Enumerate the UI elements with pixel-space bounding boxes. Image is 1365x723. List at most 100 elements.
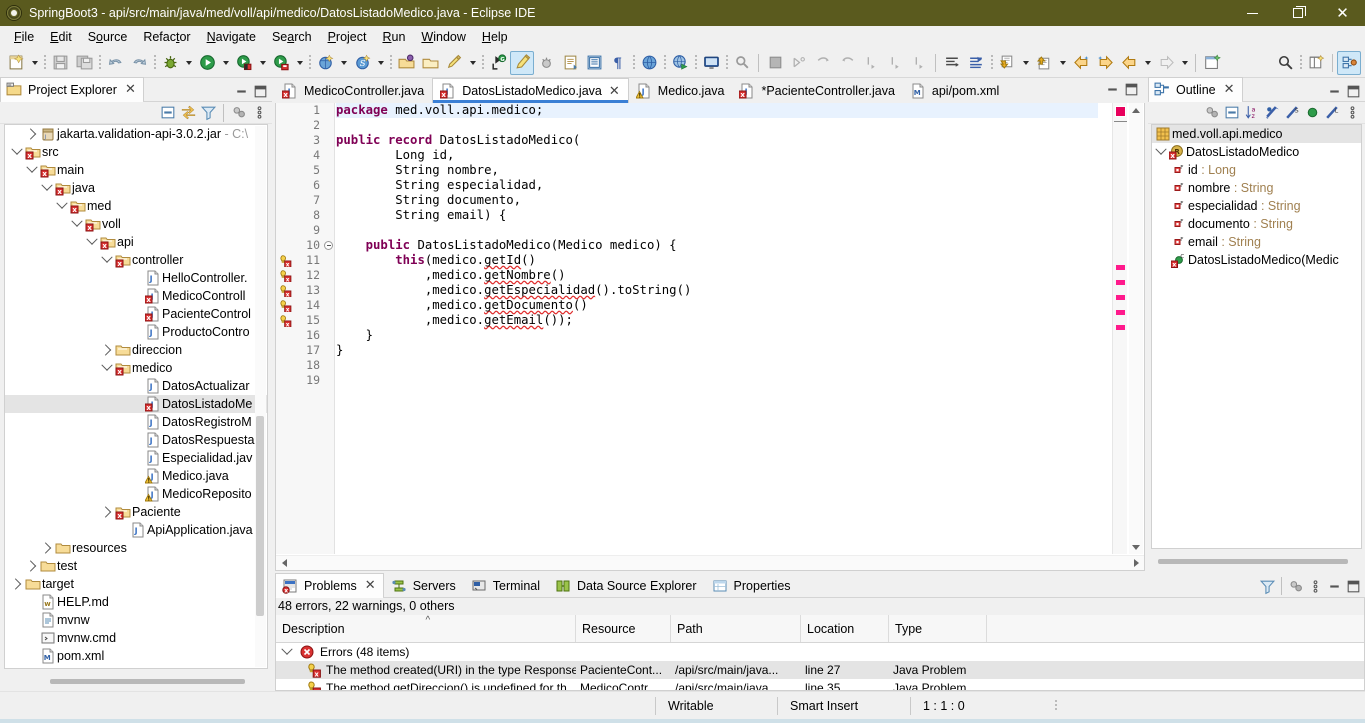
- tree-twisty-closed[interactable]: [100, 503, 114, 521]
- tree-twisty-open[interactable]: [100, 251, 114, 269]
- problems-row[interactable]: x The method getDireccion() is undefined …: [276, 679, 1364, 690]
- tree-item-datoslistadome[interactable]: JxDatosListadoMe: [5, 395, 267, 413]
- tree-item-src[interactable]: x src: [5, 143, 267, 161]
- menu-window[interactable]: Window: [413, 28, 473, 46]
- tree-twisty-open[interactable]: [85, 233, 99, 251]
- back-nav-button[interactable]: [1117, 51, 1141, 75]
- previous-edit-location-button[interactable]: [1032, 51, 1056, 75]
- tree-twisty-open[interactable]: [40, 179, 54, 197]
- editor-folding-gutter[interactable]: [323, 103, 335, 554]
- close-icon[interactable]: ✕: [609, 84, 620, 99]
- menu-run[interactable]: Run: [374, 28, 413, 46]
- tree-item-datosrespuestal[interactable]: J DatosRespuestal: [5, 431, 267, 449]
- previous-annotation-button[interactable]: [964, 51, 988, 75]
- maximize-icon[interactable]: [1122, 79, 1140, 99]
- collapse-all-icon[interactable]: [159, 103, 177, 123]
- tree-item-test[interactable]: test: [5, 557, 267, 575]
- problems-group-row[interactable]: Errors (48 items): [276, 643, 1364, 661]
- run-button[interactable]: [195, 51, 219, 75]
- overview-error-mark[interactable]: [1116, 265, 1125, 270]
- new-window-button[interactable]: [1200, 51, 1224, 75]
- project-tree-scrollbar[interactable]: [255, 126, 266, 667]
- outline-item-nombre[interactable]: Fnombre : String: [1152, 179, 1361, 197]
- outline-item-id[interactable]: Fid : Long: [1152, 161, 1361, 179]
- tree-item-resources[interactable]: resources: [5, 539, 267, 557]
- run-coverage-button[interactable]: [232, 51, 256, 75]
- tab-project-explorer[interactable]: Project Explorer ✕: [0, 77, 144, 102]
- tree-item-voll[interactable]: x voll: [5, 215, 267, 233]
- menu-edit[interactable]: Edit: [42, 28, 80, 46]
- problems-column-type[interactable]: Type: [889, 615, 987, 642]
- editor-scroll-right-arrow[interactable]: [1129, 556, 1143, 570]
- tree-item-hellocontroller[interactable]: J HelloController.: [5, 269, 267, 287]
- close-icon[interactable]: ✕: [1224, 82, 1235, 97]
- outline-item-documento[interactable]: Fdocumento : String: [1152, 215, 1361, 233]
- menu-project[interactable]: Project: [320, 28, 375, 46]
- sort-icon[interactable]: az: [1243, 103, 1261, 123]
- forward-history-button[interactable]: [1093, 51, 1117, 75]
- redo-button[interactable]: [127, 51, 151, 75]
- tree-twisty-closed[interactable]: [25, 125, 39, 143]
- minimize-icon[interactable]: [232, 81, 250, 101]
- open-browser-button[interactable]: [637, 51, 661, 75]
- restore-button[interactable]: [1275, 0, 1320, 26]
- tree-twisty-open[interactable]: [70, 215, 84, 233]
- view-overflow-icon[interactable]: [250, 103, 268, 123]
- filters-icon[interactable]: [1258, 576, 1276, 596]
- tree-twisty-closed[interactable]: [100, 341, 114, 359]
- pilcrow-button[interactable]: ¶: [606, 51, 630, 75]
- tree-item-mvnw[interactable]: mvnw: [5, 611, 267, 629]
- editor-tab-medicocontroller-java[interactable]: Jx MedicoController.java: [275, 78, 433, 103]
- debug-button[interactable]: [158, 51, 182, 75]
- previous-dropdown-icon[interactable]: [1056, 51, 1069, 75]
- console-button[interactable]: [699, 51, 723, 75]
- problems-column-location[interactable]: Location: [801, 615, 889, 642]
- run-coverage-dropdown-icon[interactable]: [256, 51, 269, 75]
- tree-twisty-closed[interactable]: [40, 539, 54, 557]
- tree-item-help-md[interactable]: w HELP.md: [5, 593, 267, 611]
- tree-twisty-closed[interactable]: [10, 575, 24, 593]
- tree-item-target[interactable]: target: [5, 575, 267, 593]
- terminal-launch-button[interactable]: G: [486, 51, 510, 75]
- problems-column-path[interactable]: Path: [671, 615, 801, 642]
- next-edit-location-button[interactable]: [995, 51, 1019, 75]
- editor-vscrollbar[interactable]: [1129, 117, 1143, 540]
- view-overflow-icon[interactable]: [1306, 576, 1324, 596]
- link-with-editor-icon[interactable]: [179, 103, 197, 123]
- run-dropdown-icon[interactable]: [219, 51, 232, 75]
- error-quickfix-icon[interactable]: x: [277, 254, 292, 268]
- tree-item-medico[interactable]: x medico: [5, 359, 267, 377]
- forward-nav-button[interactable]: [1154, 51, 1178, 75]
- outline-item-especialidad[interactable]: Fespecialidad : String: [1152, 197, 1361, 215]
- editor-scroll-up-arrow[interactable]: [1129, 103, 1143, 117]
- tree-item-direccion[interactable]: direccion: [5, 341, 267, 359]
- outline-hscroll-thumb[interactable]: [1158, 559, 1348, 564]
- menu-source[interactable]: Source: [80, 28, 136, 46]
- view-overflow-icon[interactable]: [1343, 103, 1361, 123]
- problems-tab-data-source-explorer[interactable]: Data Source Explorer: [548, 573, 705, 597]
- quick-access-pencil-button[interactable]: [442, 51, 466, 75]
- editor-hscrollbar[interactable]: [276, 555, 1144, 570]
- tree-twisty-closed[interactable]: [25, 557, 39, 575]
- view-menu-icon[interactable]: [1287, 576, 1305, 596]
- error-quickfix-icon[interactable]: x: [277, 269, 292, 283]
- open-task-button[interactable]: [418, 51, 442, 75]
- minimize-icon[interactable]: [1325, 576, 1343, 596]
- hide-local-types-icon[interactable]: L: [1323, 103, 1341, 123]
- error-quickfix-icon[interactable]: x: [277, 284, 292, 298]
- tree-item-datosregistrom[interactable]: J DatosRegistroM: [5, 413, 267, 431]
- step-pause-disabled-button[interactable]: [787, 51, 811, 75]
- toggle-build-button[interactable]: [534, 51, 558, 75]
- hide-nonpublic-icon[interactable]: [1303, 103, 1321, 123]
- project-tree[interactable]: Jjakarta.validation-api-3.0.2.jar - C:\ x…: [4, 124, 268, 669]
- run-web-app-button[interactable]: [668, 51, 692, 75]
- search-disabled-button[interactable]: [730, 51, 754, 75]
- tree-item-apiapplication-java[interactable]: J ApiApplication.java: [5, 521, 267, 539]
- tree-item-med[interactable]: x med: [5, 197, 267, 215]
- tree-item-jakarta-validation-api-3-0-2-jar[interactable]: Jjakarta.validation-api-3.0.2.jar - C:\: [5, 125, 267, 143]
- save-button[interactable]: [48, 51, 72, 75]
- forward-nav-dropdown-icon[interactable]: [1178, 51, 1191, 75]
- menu-search[interactable]: Search: [264, 28, 320, 46]
- outline-item-med-voll-api-medico[interactable]: med.voll.api.medico: [1152, 125, 1361, 143]
- error-quickfix-icon[interactable]: x: [277, 299, 292, 313]
